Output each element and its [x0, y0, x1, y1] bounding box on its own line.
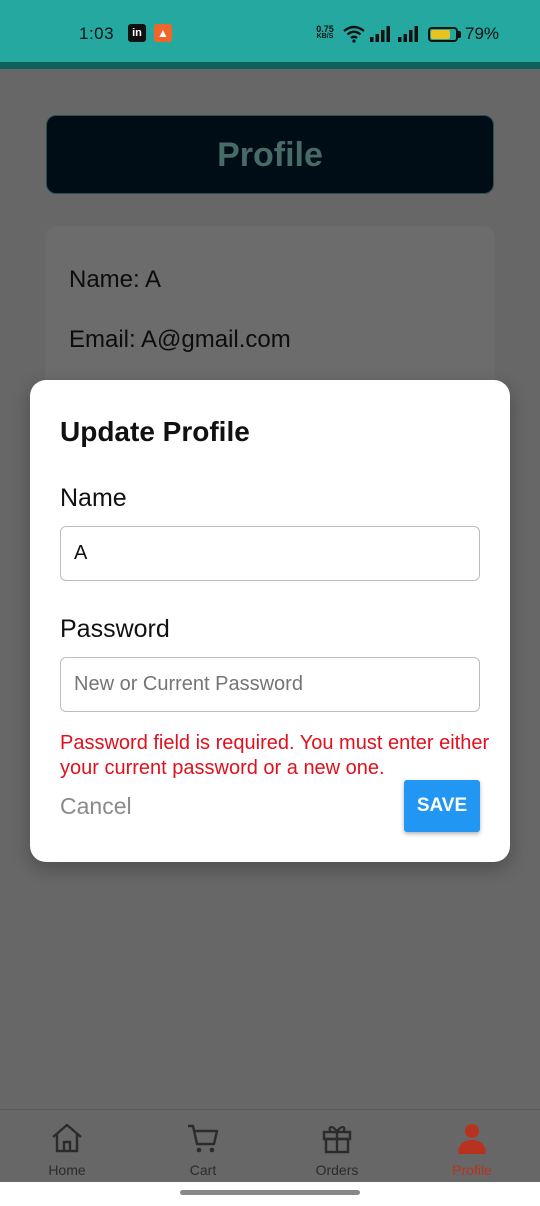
network-speed-value: 0.75	[316, 24, 334, 34]
save-button[interactable]: SAVE	[404, 780, 480, 832]
battery-percent: 79%	[465, 24, 500, 43]
cancel-button[interactable]: Cancel	[60, 793, 132, 820]
bottom-nav: Home Cart Orders Profile	[0, 1109, 540, 1182]
dialog-title: Update Profile	[60, 416, 250, 447]
name-input[interactable]	[60, 526, 480, 581]
profile-header: Profile	[46, 115, 494, 194]
linkedin-icon: in	[128, 24, 146, 42]
nav-label-profile: Profile	[452, 1162, 492, 1178]
nav-label-orders: Orders	[315, 1162, 359, 1178]
signal-icon	[370, 26, 390, 42]
battery-icon	[428, 27, 458, 42]
network-speed: 0.75 KB/S	[311, 25, 339, 41]
name-label: Name	[60, 484, 127, 512]
status-bar: 1:03 in ▲ 0.75 KB/S 79%	[0, 0, 540, 62]
nav-label-cart: Cart	[189, 1162, 217, 1178]
tinder-icon: ▲	[154, 24, 172, 42]
gift-icon	[322, 1126, 352, 1154]
profile-name-text: Name: A	[69, 266, 162, 293]
cart-icon	[188, 1124, 219, 1153]
password-label: Password	[60, 615, 170, 643]
battery-nub	[458, 31, 461, 38]
gesture-area	[0, 1182, 540, 1206]
profile-email-text: Email: A@gmail.com	[69, 326, 291, 353]
update-profile-dialog: Update Profile Name Password Password fi…	[30, 380, 510, 862]
password-input[interactable]	[60, 657, 480, 712]
home-icon	[52, 1123, 82, 1153]
nav-label-home: Home	[48, 1162, 86, 1178]
nav-item-home[interactable]: Home	[17, 1110, 117, 1183]
signal-icon	[398, 26, 418, 42]
network-speed-unit: KB/S	[316, 33, 334, 40]
gesture-handle[interactable]	[180, 1190, 360, 1195]
wifi-icon	[343, 25, 365, 43]
password-error-message: Password field is required. You must ent…	[60, 732, 490, 779]
nav-item-profile[interactable]: Profile	[422, 1110, 522, 1183]
status-bar-divider	[0, 62, 540, 69]
battery-fill	[431, 30, 450, 39]
page-title: Profile	[217, 136, 323, 174]
nav-item-orders[interactable]: Orders	[287, 1110, 387, 1183]
person-icon	[458, 1124, 486, 1154]
nav-item-cart[interactable]: Cart	[153, 1110, 253, 1183]
status-time: 1:03	[79, 24, 115, 43]
